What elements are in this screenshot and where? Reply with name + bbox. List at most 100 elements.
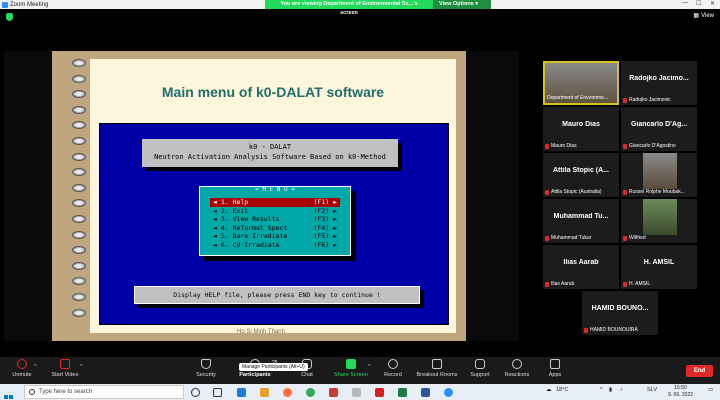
view-options-button[interactable]: View Options ▾ [433,0,491,9]
view-button[interactable]: ▦ View [693,12,714,20]
participant-video [643,153,677,189]
participant-name: HAMID BOUNO... [591,305,649,312]
muted-mic-icon [545,143,549,149]
taskbar-search-input[interactable]: Type here to search [24,385,184,399]
excel-icon[interactable] [398,388,407,397]
apps-icon [550,359,560,369]
acrobat-icon[interactable] [375,388,384,397]
muted-mic-icon [623,143,627,149]
zoom-logo-icon [2,1,8,8]
app-icon[interactable] [352,388,361,397]
close-icon[interactable]: ✕ [710,0,715,7]
share-banner: You are viewing Department of Environmen… [265,0,491,16]
muted-mic-icon [623,189,627,195]
chat-label: Chat [301,372,313,378]
muted-mic-icon [545,235,549,241]
participant-tile[interactable]: Attila Stopic (A... Attila Stopic (Austr… [543,153,619,197]
participant-name-label: Ilias Aarab [551,281,575,287]
firefox-icon[interactable] [283,388,292,397]
participant-tile[interactable]: Wilfried [621,199,697,243]
participant-video [643,199,677,235]
app-subtitle: Neutron Activation Analysis Software Bas… [154,153,386,161]
grid-icon: ▦ [693,13,700,19]
task-view-icon[interactable] [213,388,222,397]
participant-tile[interactable]: Radojko Jacimo... Radojko Jacimovic [621,61,697,105]
participant-tile[interactable]: Muhammad Tu... Muhammad Tukur [543,199,619,243]
view-options-label: View Options [439,1,474,7]
share-screen-label: Share Screen [334,372,368,378]
participant-name-label: HAMID BOUNOUIRA [590,327,638,333]
weather-icon: ☁ [546,387,552,393]
input-language[interactable]: SLV [647,387,657,393]
taskbar-clock[interactable]: 15:50 9. 06. 2022 [668,385,693,398]
notifications-icon[interactable]: ▭ [708,387,713,393]
participant-tile[interactable]: Ilias Aarab Ilias Aarab [543,245,619,289]
menu-item-key: (F3) ► [313,215,337,223]
chrome-icon[interactable] [306,388,315,397]
participant-tile[interactable]: H. AMSIL H. AMSIL [621,245,697,289]
end-meeting-button[interactable]: End [686,365,713,377]
start-video-label: Start Video [51,372,79,378]
participant-tile[interactable]: Mauro Dias Mauro Dias [543,107,619,151]
menu-item-label: ◄ 3. View Results [213,215,280,223]
participants-tooltip: Manage Participants (Alt+U) [239,363,308,371]
windows-start-icon[interactable] [4,387,14,399]
search-icon [29,389,35,395]
apps-label: Apps [548,372,562,378]
breakout-rooms-button[interactable]: Breakout Rooms [413,359,461,378]
cortana-icon[interactable] [191,388,200,397]
powerpoint-icon[interactable] [329,388,338,397]
audio-options-caret-icon[interactable]: ^ [34,364,37,370]
video-off-icon [60,359,70,369]
security-shield-icon[interactable] [6,13,13,21]
minimize-icon[interactable]: — [682,0,688,6]
shared-screen: Main menu of k0-DALAT software k0 - DALA… [4,51,519,341]
apps-button[interactable]: Apps [531,359,579,378]
menu-item-view-results: ◄ 3. View Results (F3) ► [210,215,340,224]
muted-mic-icon [545,189,549,195]
muted-mic-icon [17,359,27,369]
support-label: Support [470,372,490,378]
menu-item-label: ◄ 6. Cd Irradiate [213,240,280,249]
word-icon[interactable] [421,388,430,397]
participant-name-label: Wilfried [629,235,646,241]
status-line: Display HELP file, please press END key … [134,286,420,304]
participant-name: Attila Stopic (A... [553,167,609,174]
participant-name: Giancarlo D'Ag... [630,121,688,128]
zoom-window: Zoom Meeting — ☐ ✕ You are viewing Depar… [0,0,720,400]
participant-tile[interactable]: Russel Rolphe Moubak... [621,153,697,197]
participant-name: H. AMSIL [643,259,675,266]
record-icon [388,359,398,369]
video-options-caret-icon[interactable]: ^ [80,364,83,370]
share-screen-icon [346,359,356,369]
menu-item-key: (F4) ► [313,223,337,232]
menu-title: = M E N U = [255,186,295,193]
file-explorer-icon[interactable] [260,388,269,397]
menu-item-cd-irradiate: ◄ 6. Cd Irradiate (F6) ► [210,241,340,250]
participant-name-label: Department of Environme... [547,95,609,101]
participant-tile[interactable]: Department of Environme... [543,61,619,105]
menu-item-key: (F5) ► [313,232,337,240]
dos-screen: k0 - DALAT Neutron Activation Analysis S… [99,123,449,325]
security-button[interactable]: Security [182,359,230,378]
breakout-rooms-icon [432,359,442,369]
edge-icon[interactable] [237,388,246,397]
record-button[interactable]: Record [369,359,417,378]
participant-name-label: Mauro Dias [551,143,577,149]
maximize-icon[interactable]: ☐ [696,0,701,7]
meeting-toolbar: Unmute ^ Start Video ^ Security Particip… [0,357,720,384]
view-label: View [701,12,714,19]
main-menu: = M E N U = ◄ 1. Help (F1) ► ◄ 2. Exit (F2… [199,186,351,256]
app-name: k0 - DALAT [248,143,292,151]
participant-name-label: Muhammad Tukur [551,235,592,241]
tray-chevron-icon[interactable]: ^ [600,387,603,393]
breakout-rooms-label: Breakout Rooms [416,372,458,378]
support-icon [475,359,485,369]
zoom-taskbar-icon[interactable] [444,388,453,397]
volume-icon[interactable]: ♪ [620,387,623,393]
unmute-button[interactable]: Unmute [0,359,46,378]
clock-date: 9. 06. 2022 [668,391,694,398]
network-icon[interactable]: ▮ [609,387,612,393]
participant-tile[interactable]: Giancarlo D'Ag... Giancarlo D'Agostino [621,107,697,151]
participant-tile[interactable]: HAMID BOUNO... HAMID BOUNOUIRA [582,291,658,335]
